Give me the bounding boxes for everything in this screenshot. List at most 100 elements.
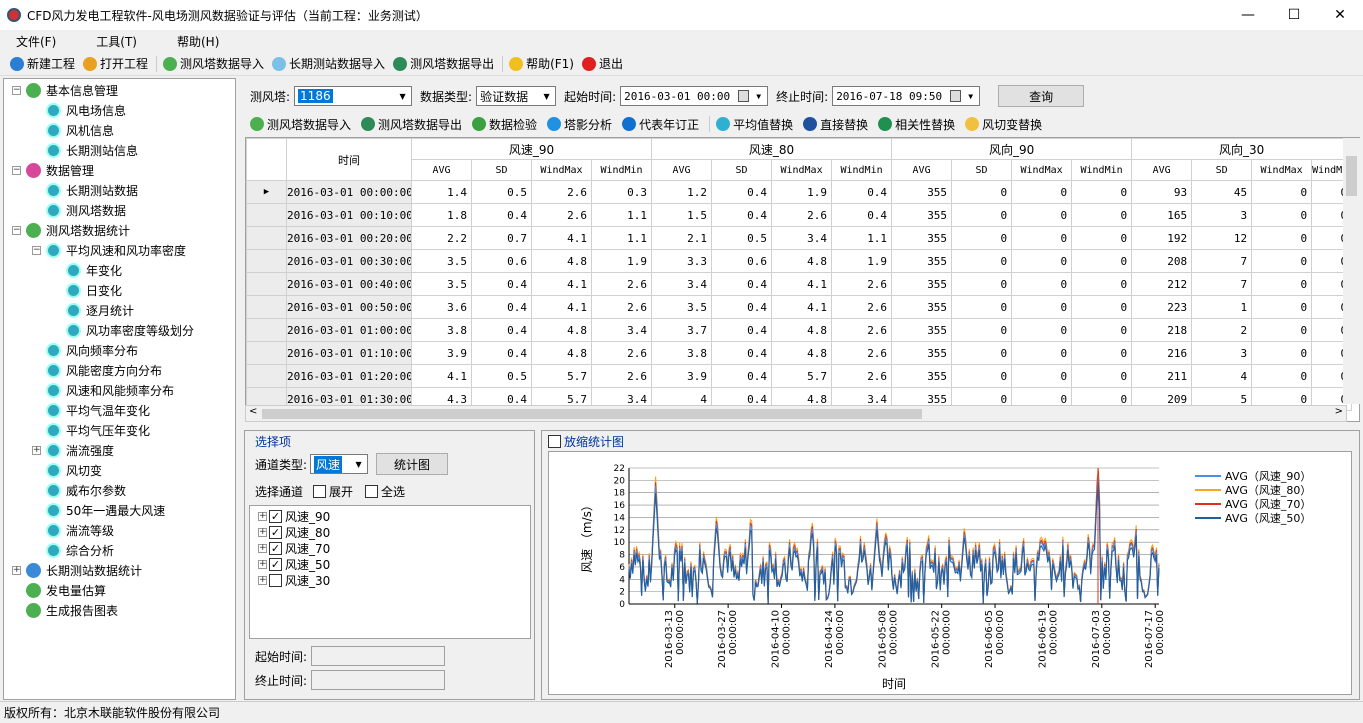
tree-item[interactable]: 风向频率分布 xyxy=(32,340,138,360)
table-cell[interactable]: 355 xyxy=(891,180,953,204)
tree-item[interactable]: 湍流等级 xyxy=(32,520,114,540)
table-cell[interactable]: 0 xyxy=(951,318,1013,342)
table-cell[interactable]: 0 xyxy=(951,364,1013,388)
tree-item[interactable]: 生成报告图表 xyxy=(12,600,118,620)
table-cell[interactable]: 0 xyxy=(1251,180,1313,204)
expand-checkbox[interactable] xyxy=(313,485,327,498)
table-cell[interactable]: 211 xyxy=(1131,364,1193,388)
group-header[interactable]: 风向_30 xyxy=(1131,138,1353,160)
table-cell[interactable]: 0.4 xyxy=(711,341,773,365)
table-cell[interactable]: 3 xyxy=(1191,341,1253,365)
minimize-button[interactable]: — xyxy=(1225,0,1271,30)
table-cell[interactable]: 0 xyxy=(951,249,1013,273)
tree-item[interactable]: 风切变 xyxy=(32,460,102,480)
channel-checkbox[interactable] xyxy=(269,573,282,587)
table-cell[interactable]: 4.1 xyxy=(411,364,472,388)
table-cell[interactable]: 355 xyxy=(891,341,953,365)
row-header[interactable] xyxy=(246,249,287,273)
table-cell[interactable]: 0 xyxy=(1071,272,1133,296)
table-cell[interactable]: 0 xyxy=(1071,249,1133,273)
column-header[interactable]: WindMax xyxy=(771,159,833,181)
channel-item[interactable]: + ✓ 风速_70 xyxy=(258,540,330,556)
action-button-6[interactable]: 直接替换 xyxy=(803,116,868,133)
table-cell[interactable]: 5.7 xyxy=(771,364,833,388)
expand-icon[interactable]: + xyxy=(258,527,267,537)
close-button[interactable]: ✕ xyxy=(1317,0,1363,30)
zoom-chart-checkbox[interactable] xyxy=(548,435,561,448)
toolbar-exit-button[interactable]: 退出 xyxy=(581,55,623,72)
table-cell[interactable]: 2.6 xyxy=(771,203,833,227)
table-cell[interactable]: 0.4 xyxy=(831,203,893,227)
column-header[interactable]: SD xyxy=(951,159,1013,181)
tree-item[interactable]: − 数据管理 xyxy=(12,160,94,180)
table-cell[interactable]: 355 xyxy=(891,318,953,342)
start-time-picker[interactable]: 2016-03-01 00:00 ▼ xyxy=(620,86,769,106)
row-header[interactable] xyxy=(246,226,287,250)
table-cell[interactable]: 0 xyxy=(951,226,1013,250)
channel-checkbox[interactable]: ✓ xyxy=(269,557,282,571)
query-button[interactable]: 查询 xyxy=(998,85,1085,107)
table-row[interactable]: 2016-03-01 01:10:00 3.9 0.4 4.8 2.6 3.8 0.4 4.8… xyxy=(246,341,1353,365)
table-cell[interactable]: 0 xyxy=(1011,180,1073,204)
tree-item[interactable]: + 长期测站数据统计 xyxy=(12,560,142,580)
tree-item[interactable]: 综合分析 xyxy=(32,540,114,560)
action-button-7[interactable]: 相关性替换 xyxy=(878,116,955,133)
collapse-icon[interactable]: − xyxy=(32,245,41,255)
table-cell[interactable]: 0 xyxy=(951,180,1013,204)
table-cell[interactable]: 3.3 xyxy=(651,249,713,273)
table-cell[interactable]: 3.6 xyxy=(411,295,472,319)
table-cell[interactable]: 0 xyxy=(1071,180,1133,204)
table-cell[interactable]: 0 xyxy=(1251,318,1313,342)
expand-icon[interactable]: + xyxy=(258,559,267,569)
table-cell[interactable]: 0.7 xyxy=(471,226,532,250)
tree-item[interactable]: 长期测站信息 xyxy=(32,140,138,160)
table-cell[interactable]: 0 xyxy=(951,203,1013,227)
group-header[interactable]: 风速_80 xyxy=(651,138,893,160)
table-cell[interactable]: 2.6 xyxy=(831,295,893,319)
table-cell[interactable]: 4.8 xyxy=(531,249,592,273)
column-header[interactable]: AVG xyxy=(1131,159,1193,181)
tower-select[interactable]: 1186 ▼ xyxy=(294,86,413,106)
table-cell[interactable]: 2.6 xyxy=(831,364,893,388)
data-grid[interactable]: 时间 风速_90 风速_80 风向_90 风向_30 AVG SD WindMax WindMi… xyxy=(245,137,1360,422)
table-cell[interactable]: 4.1 xyxy=(531,272,592,296)
tree-item[interactable]: 风电场信息 xyxy=(32,100,126,120)
table-cell[interactable]: 3.4 xyxy=(651,272,713,296)
table-cell[interactable]: 5.7 xyxy=(531,364,592,388)
tree-item[interactable]: − 平均风速和风功率密度 xyxy=(32,240,186,260)
table-cell[interactable]: 355 xyxy=(891,272,953,296)
table-cell[interactable]: 0.5 xyxy=(711,226,773,250)
table-cell[interactable]: 4.8 xyxy=(531,318,592,342)
table-cell[interactable]: 1.9 xyxy=(831,249,893,273)
table-cell[interactable]: 0.4 xyxy=(471,318,532,342)
grid-horizontal-scrollbar[interactable]: < > xyxy=(245,405,1347,422)
menu-help[interactable]: 帮助(H) xyxy=(169,31,227,52)
tree-item[interactable]: 50年一遇最大风速 xyxy=(32,500,165,520)
table-cell[interactable]: 0.4 xyxy=(711,272,773,296)
table-cell[interactable]: 216 xyxy=(1131,341,1193,365)
table-cell[interactable]: 0.6 xyxy=(471,249,532,273)
table-cell[interactable]: 208 xyxy=(1131,249,1193,273)
column-header[interactable]: AVG xyxy=(411,159,472,181)
tree-item[interactable]: + 湍流强度 xyxy=(32,440,114,460)
table-cell[interactable]: 1.8 xyxy=(411,203,472,227)
table-cell[interactable]: 12 xyxy=(1191,226,1253,250)
column-header[interactable]: WindMax xyxy=(1251,159,1313,181)
table-cell[interactable]: 0 xyxy=(951,341,1013,365)
channel-checkbox[interactable]: ✓ xyxy=(269,509,282,523)
table-cell[interactable]: 2.1 xyxy=(651,226,713,250)
table-cell[interactable]: 2.6 xyxy=(531,203,592,227)
table-cell[interactable]: 0 xyxy=(1011,272,1073,296)
table-cell[interactable]: 3.5 xyxy=(411,272,472,296)
expand-icon[interactable]: + xyxy=(12,565,21,575)
table-cell[interactable]: 1.1 xyxy=(590,226,653,250)
table-cell[interactable]: 0.4 xyxy=(471,272,532,296)
row-header[interactable] xyxy=(246,341,287,365)
tree-item[interactable]: 风能密度方向分布 xyxy=(32,360,162,380)
table-cell[interactable]: 2016-03-01 01:10:00 xyxy=(286,341,412,365)
table-cell[interactable]: 0 xyxy=(1251,272,1313,296)
column-header[interactable]: WindMin xyxy=(1071,159,1133,181)
table-cell[interactable]: 2016-03-01 00:10:00 xyxy=(286,203,412,227)
action-button-8[interactable]: 风切变替换 xyxy=(965,116,1042,133)
table-cell[interactable]: 93 xyxy=(1131,180,1193,204)
